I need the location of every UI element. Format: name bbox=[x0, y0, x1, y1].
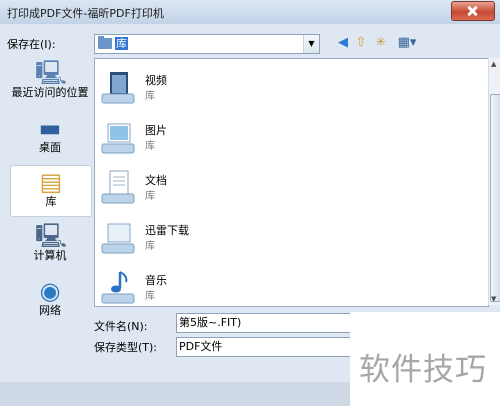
sidebar-item-label: 最近访问的位置 bbox=[11, 86, 89, 99]
item-type: 库 bbox=[145, 191, 155, 202]
sidebar-item-desktop[interactable]: ▬ 桌面 bbox=[10, 115, 90, 154]
scroll-up-icon[interactable]: ▲ bbox=[491, 60, 496, 68]
save-in-value: 库 bbox=[115, 37, 128, 50]
window-title: 打印成PDF文件-福昕PDF打印机 bbox=[7, 7, 164, 20]
sidebar-item-label: 桌面 bbox=[39, 141, 61, 154]
back-arrow-icon[interactable]: ◀ bbox=[335, 35, 351, 51]
documents-library-icon bbox=[101, 170, 135, 204]
recent-places-icon: 🖳 bbox=[35, 59, 68, 87]
list-item[interactable]: 视频 库 bbox=[95, 65, 455, 113]
pictures-library-icon bbox=[101, 123, 135, 154]
filename-input[interactable]: 第5版~.FIT) bbox=[176, 313, 358, 333]
item-name: 音乐 bbox=[145, 274, 167, 287]
library-folder-icon bbox=[98, 36, 112, 49]
title-bar: 打印成PDF文件-福昕PDF打印机 bbox=[0, 0, 500, 24]
sidebar-item-libraries[interactable]: ▤ 库 bbox=[10, 165, 92, 217]
sidebar-item-label: 网络 bbox=[39, 304, 61, 317]
sidebar-item-label: 库 bbox=[45, 195, 57, 208]
watermark-text: 软件技巧 bbox=[359, 352, 487, 388]
chevron-down-icon[interactable]: ▼ bbox=[303, 35, 319, 53]
save-in-label: 保存在(I): bbox=[7, 38, 56, 51]
sidebar-item-label: 计算机 bbox=[33, 249, 67, 262]
new-folder-icon[interactable]: ✳ bbox=[372, 35, 390, 51]
video-library-icon bbox=[101, 72, 135, 104]
sidebar-item-network[interactable]: ◉ 网络 bbox=[10, 278, 90, 317]
music-library-icon bbox=[101, 271, 135, 304]
item-name: 图片 bbox=[145, 124, 167, 137]
view-menu-icon[interactable]: ▦▾ bbox=[394, 35, 420, 51]
watermark-area: 软件技巧 bbox=[350, 312, 500, 406]
filetype-select[interactable]: PDF文件 bbox=[176, 337, 358, 357]
libraries-icon: ▤ bbox=[39, 168, 63, 196]
network-icon: ◉ bbox=[39, 277, 61, 305]
list-item[interactable]: 文档 库 bbox=[95, 165, 455, 213]
list-item[interactable]: 音乐 库 bbox=[95, 265, 455, 313]
computer-icon: 🖳 bbox=[35, 222, 68, 250]
item-type: 库 bbox=[145, 91, 155, 102]
close-button[interactable] bbox=[451, 1, 495, 21]
file-list: 视频 库 图片 库 文档 库 迅雷下载 库 音乐 库 bbox=[94, 58, 489, 307]
up-folder-icon[interactable]: ⇧ bbox=[353, 35, 369, 51]
list-item[interactable]: 图片 库 bbox=[95, 115, 455, 163]
list-item[interactable]: 迅雷下载 库 bbox=[95, 215, 455, 263]
library-icon bbox=[101, 223, 135, 254]
item-name: 文档 bbox=[145, 174, 167, 187]
dialog-body: 保存在(I): 库 ▼ ◀ ⇧ ✳ ▦▾ 🖳 最近访问的位置 ▬ 桌面 ▤ 库 … bbox=[0, 24, 500, 406]
item-name: 迅雷下载 bbox=[145, 224, 189, 237]
places-bar: 🖳 最近访问的位置 ▬ 桌面 ▤ 库 🖳 计算机 ◉ 网络 bbox=[10, 57, 92, 317]
save-in-combo[interactable]: 库 ▼ bbox=[94, 34, 320, 54]
filetype-label: 保存类型(T): bbox=[94, 341, 158, 354]
desktop-icon: ▬ bbox=[38, 114, 62, 142]
item-type: 库 bbox=[145, 241, 155, 252]
item-type: 库 bbox=[145, 291, 155, 302]
vertical-scrollbar[interactable]: ▲ ▼ bbox=[488, 58, 500, 305]
scrollbar-thumb[interactable] bbox=[490, 94, 500, 302]
sidebar-item-recent[interactable]: 🖳 最近访问的位置 bbox=[10, 60, 90, 99]
sidebar-item-computer[interactable]: 🖳 计算机 bbox=[10, 223, 90, 262]
item-name: 视频 bbox=[145, 74, 167, 87]
filename-label: 文件名(N): bbox=[94, 320, 148, 333]
scroll-down-icon[interactable]: ▼ bbox=[491, 295, 496, 303]
item-type: 库 bbox=[145, 141, 155, 152]
